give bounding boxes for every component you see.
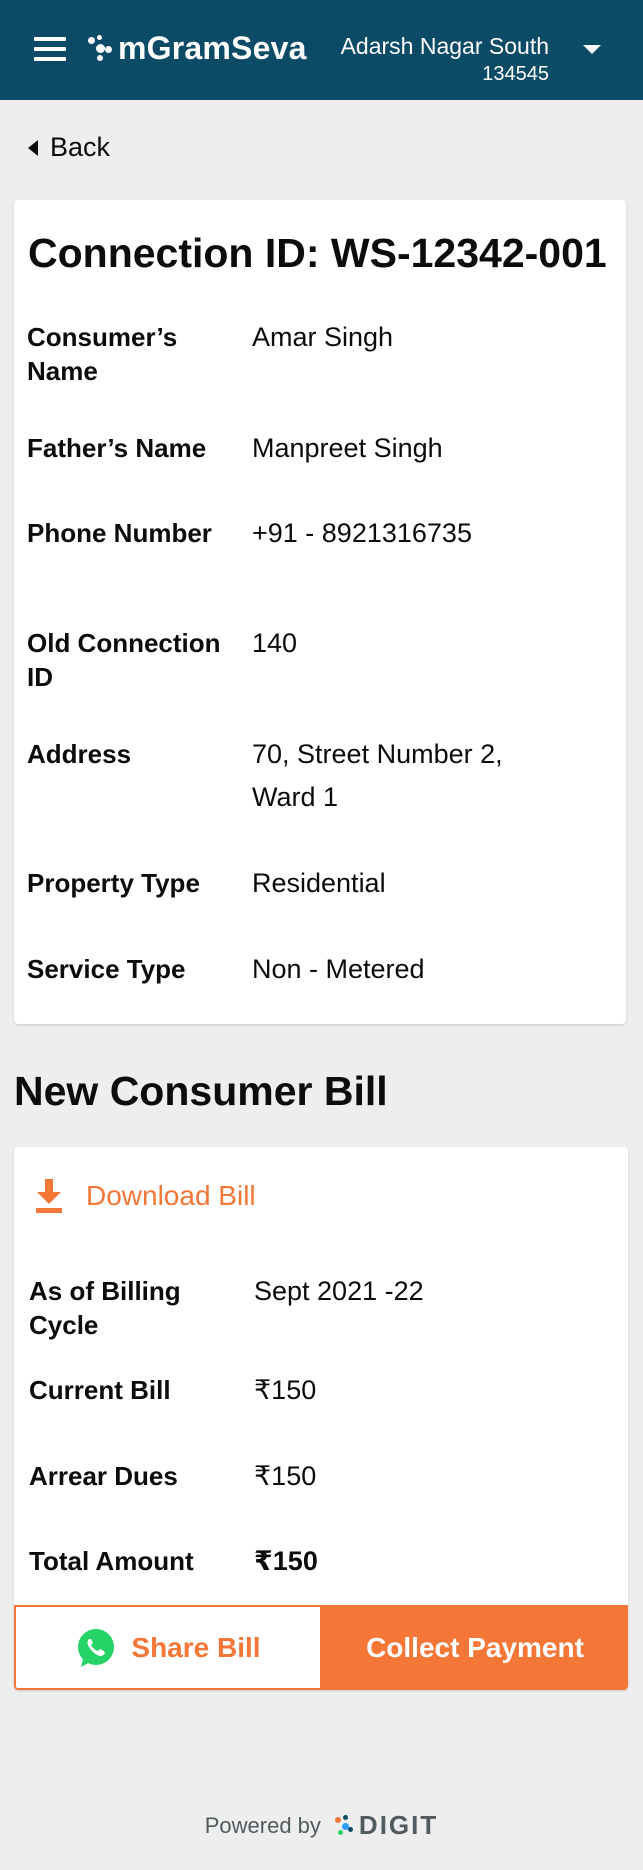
- digit-logo-icon: [334, 1814, 353, 1837]
- bill-card: Download Bill As of Billing Cycle Sept 2…: [14, 1147, 628, 1690]
- field-label: Property Type: [27, 868, 200, 898]
- field-value: Amar Singh: [252, 322, 394, 352]
- arrear-dues-row: Arrear Dues ₹150: [29, 1459, 619, 1498]
- connection-details-card: Connection ID: WS-12342-001 Consumer’s N…: [14, 200, 626, 1024]
- field-value: Manpreet Singh: [252, 433, 443, 463]
- caret-left-icon: [28, 139, 38, 156]
- tenant-selector[interactable]: Adarsh Nagar South 134545: [341, 32, 549, 86]
- download-bill-link[interactable]: Download Bill: [34, 1179, 256, 1213]
- field-value: ₹150: [254, 1461, 317, 1491]
- address-row: Address 70, Street Number 2, Ward 1: [27, 737, 617, 819]
- share-bill-button[interactable]: Share Bill: [14, 1605, 322, 1690]
- field-value: Sept 2021 -22: [254, 1276, 424, 1306]
- field-label: Old Connection ID: [27, 628, 221, 692]
- tenant-code: 134545: [482, 63, 549, 85]
- field-value: ₹150: [254, 1546, 318, 1576]
- powered-by-label: Powered by: [204, 1812, 321, 1838]
- field-label: Phone Number: [27, 518, 212, 548]
- caret-down-icon[interactable]: [583, 45, 601, 54]
- collect-payment-button[interactable]: Collect Payment: [322, 1605, 628, 1690]
- footer: Powered by DIGIT: [0, 1810, 643, 1841]
- old-connection-id-row: Old Connection ID 140: [27, 626, 617, 694]
- hamburger-icon[interactable]: [34, 37, 66, 61]
- field-label: Address: [27, 739, 132, 769]
- download-bill-label: Download Bill: [86, 1180, 256, 1211]
- field-label: Total Amount: [29, 1546, 194, 1576]
- field-label: Current Bill: [29, 1375, 171, 1405]
- app-header: mGramSeva Adarsh Nagar South 134545: [0, 0, 643, 100]
- field-label: Consumer’s Name: [27, 322, 178, 386]
- back-label: Back: [50, 132, 111, 162]
- logo-mark-icon: [88, 34, 112, 63]
- tenant-name: Adarsh Nagar South: [340, 33, 549, 59]
- father-name-row: Father’s Name Manpreet Singh: [27, 431, 617, 470]
- service-type-row: Service Type Non - Metered: [27, 952, 617, 991]
- field-label: As of Billing Cycle: [29, 1276, 181, 1340]
- total-amount-row: Total Amount ₹150: [29, 1544, 619, 1583]
- bill-section-title: New Consumer Bill: [14, 1068, 388, 1114]
- field-value: 70, Street Number 2, Ward 1: [252, 739, 503, 812]
- digit-brand: DIGIT: [358, 1810, 439, 1840]
- app-logo: mGramSeva: [88, 30, 307, 67]
- billing-cycle-row: As of Billing Cycle Sept 2021 -22: [29, 1274, 619, 1342]
- download-icon: [36, 1179, 62, 1213]
- property-type-row: Property Type Residential: [27, 866, 617, 905]
- share-bill-label: Share Bill: [131, 1631, 261, 1663]
- whatsapp-icon: [78, 1628, 115, 1667]
- field-label: Arrear Dues: [29, 1461, 178, 1491]
- field-label: Father’s Name: [27, 433, 207, 463]
- field-value: Residential: [252, 868, 386, 898]
- field-value: Non - Metered: [252, 954, 425, 984]
- field-label: Service Type: [27, 954, 186, 984]
- field-value: +91 - 8921316735: [252, 518, 472, 548]
- app-name: mGramSeva: [118, 30, 307, 66]
- current-bill-row: Current Bill ₹150: [29, 1373, 619, 1412]
- consumer-name-row: Consumer’s Name Amar Singh: [27, 320, 617, 388]
- back-button[interactable]: Back: [28, 132, 110, 163]
- field-value: ₹150: [254, 1375, 317, 1405]
- connection-id-title: Connection ID: WS-12342-001: [28, 230, 607, 276]
- collect-payment-label: Collect Payment: [366, 1631, 584, 1663]
- phone-number-row: Phone Number +91 - 8921316735: [27, 516, 617, 555]
- field-value: 140: [252, 628, 298, 658]
